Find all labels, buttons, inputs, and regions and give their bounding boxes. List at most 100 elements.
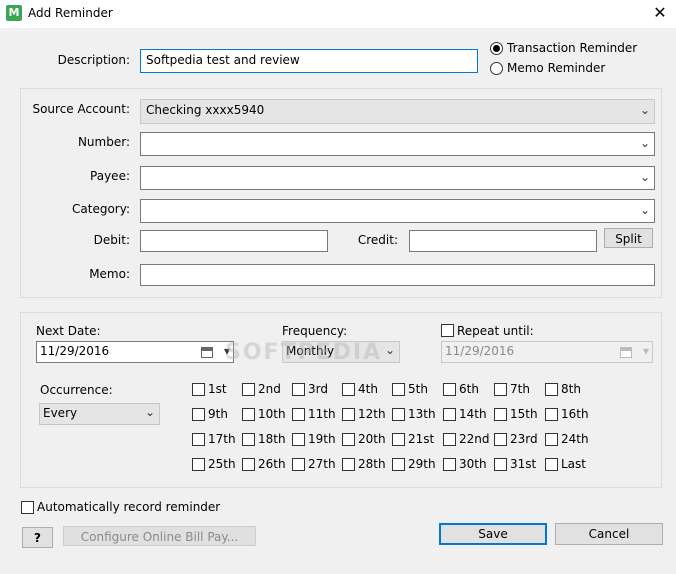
app-icon: M xyxy=(6,5,22,21)
day-label: 14th xyxy=(459,407,487,421)
debit-input[interactable] xyxy=(140,230,328,252)
day-label: 30th xyxy=(459,457,487,471)
payee-select[interactable]: ⌄ xyxy=(140,166,655,190)
day-label: 21st xyxy=(408,432,435,446)
close-icon[interactable]: ✕ xyxy=(646,2,674,24)
source-account-value: Checking xxxx5940 xyxy=(146,103,265,117)
day-label: 8th xyxy=(561,382,581,396)
day-checkbox[interactable] xyxy=(545,433,558,446)
number-select[interactable]: ⌄ xyxy=(140,132,655,156)
day-checkbox[interactable] xyxy=(443,408,456,421)
day-checkbox[interactable] xyxy=(342,458,355,471)
next-date-value: 11/29/2016 xyxy=(40,344,110,358)
day-checkbox[interactable] xyxy=(192,408,205,421)
day-checkbox[interactable] xyxy=(192,383,205,396)
category-label: Category: xyxy=(72,202,130,216)
frequency-label: Frequency: xyxy=(282,324,348,338)
day-checkbox[interactable] xyxy=(292,433,305,446)
debit-label: Debit: xyxy=(93,233,130,247)
next-date-label: Next Date: xyxy=(36,324,101,338)
repeat-until-label: Repeat until: xyxy=(457,324,534,338)
category-select[interactable]: ⌄ xyxy=(140,199,655,223)
occurrence-value: Every xyxy=(43,406,78,420)
day-label: 3rd xyxy=(308,382,328,396)
day-label: 11th xyxy=(308,407,336,421)
day-checkbox[interactable] xyxy=(494,458,507,471)
split-button[interactable]: Split xyxy=(604,228,653,248)
day-label: 29th xyxy=(408,457,436,471)
memo-reminder-radio[interactable] xyxy=(490,62,503,75)
day-label: 18th xyxy=(258,432,286,446)
repeat-until-picker[interactable]: 11/29/2016 ▾ xyxy=(441,341,653,363)
memo-input[interactable] xyxy=(140,264,655,286)
day-label: 31st xyxy=(510,457,537,471)
day-checkbox[interactable] xyxy=(494,433,507,446)
credit-input[interactable] xyxy=(409,230,597,252)
day-label: 19th xyxy=(308,432,336,446)
day-checkbox[interactable] xyxy=(192,458,205,471)
day-checkbox[interactable] xyxy=(342,433,355,446)
day-checkbox[interactable] xyxy=(443,458,456,471)
day-checkbox[interactable] xyxy=(242,383,255,396)
source-account-select[interactable]: Checking xxxx5940 ⌄ xyxy=(140,99,655,124)
day-label: 25th xyxy=(208,457,236,471)
day-label: 12th xyxy=(358,407,386,421)
chevron-down-icon: ▾ xyxy=(642,344,649,358)
day-checkbox[interactable] xyxy=(392,433,405,446)
memo-label: Memo: xyxy=(89,267,130,281)
chevron-down-icon: ⌄ xyxy=(639,203,650,217)
repeat-until-checkbox[interactable] xyxy=(441,324,454,337)
auto-record-checkbox[interactable] xyxy=(21,501,34,514)
day-checkbox[interactable] xyxy=(242,433,255,446)
help-button[interactable]: ? xyxy=(22,527,53,548)
credit-label: Credit: xyxy=(357,233,398,247)
next-date-picker[interactable]: 11/29/2016 ▾ xyxy=(36,341,234,363)
day-checkbox[interactable] xyxy=(545,383,558,396)
chevron-down-icon: ⌄ xyxy=(144,405,155,419)
day-checkbox[interactable] xyxy=(242,408,255,421)
save-button[interactable]: Save xyxy=(439,523,547,545)
day-checkbox[interactable] xyxy=(392,408,405,421)
day-checkbox[interactable] xyxy=(342,408,355,421)
chevron-down-icon: ⌄ xyxy=(384,343,395,357)
payee-label: Payee: xyxy=(90,169,130,183)
day-checkbox[interactable] xyxy=(443,433,456,446)
day-label: 15th xyxy=(510,407,538,421)
day-label: 5th xyxy=(408,382,428,396)
repeat-until-value: 11/29/2016 xyxy=(445,344,515,358)
day-label: 16th xyxy=(561,407,589,421)
day-checkbox[interactable] xyxy=(545,408,558,421)
day-label: 2nd xyxy=(258,382,281,396)
chevron-down-icon: ⌄ xyxy=(639,103,650,117)
day-checkbox[interactable] xyxy=(392,458,405,471)
day-checkbox[interactable] xyxy=(443,383,456,396)
description-input[interactable]: Softpedia test and review xyxy=(140,49,478,73)
day-label: 27th xyxy=(308,457,336,471)
day-label: 17th xyxy=(208,432,236,446)
day-label: 13th xyxy=(408,407,436,421)
transaction-reminder-radio[interactable] xyxy=(490,42,503,55)
day-label: 28th xyxy=(358,457,386,471)
chevron-down-icon: ⌄ xyxy=(639,136,650,150)
transaction-reminder-label: Transaction Reminder xyxy=(507,41,638,55)
day-checkbox[interactable] xyxy=(192,433,205,446)
configure-online-bill-pay-button[interactable]: Configure Online Bill Pay... xyxy=(63,526,256,546)
source-account-label: Source Account: xyxy=(32,102,130,116)
day-checkbox[interactable] xyxy=(392,383,405,396)
day-checkbox[interactable] xyxy=(494,383,507,396)
memo-reminder-label: Memo Reminder xyxy=(507,61,606,75)
occurrence-label: Occurrence: xyxy=(40,383,113,397)
occurrence-select[interactable]: Every ⌄ xyxy=(39,403,160,425)
day-checkbox[interactable] xyxy=(292,383,305,396)
day-checkbox[interactable] xyxy=(494,408,507,421)
day-checkbox[interactable] xyxy=(292,408,305,421)
day-checkbox[interactable] xyxy=(292,458,305,471)
day-label: 23rd xyxy=(510,432,538,446)
calendar-icon xyxy=(620,347,632,358)
cancel-button[interactable]: Cancel xyxy=(555,523,663,545)
day-label: 26th xyxy=(258,457,286,471)
chevron-down-icon: ⌄ xyxy=(639,170,650,184)
day-checkbox[interactable] xyxy=(242,458,255,471)
day-checkbox[interactable] xyxy=(342,383,355,396)
day-checkbox[interactable] xyxy=(545,458,558,471)
